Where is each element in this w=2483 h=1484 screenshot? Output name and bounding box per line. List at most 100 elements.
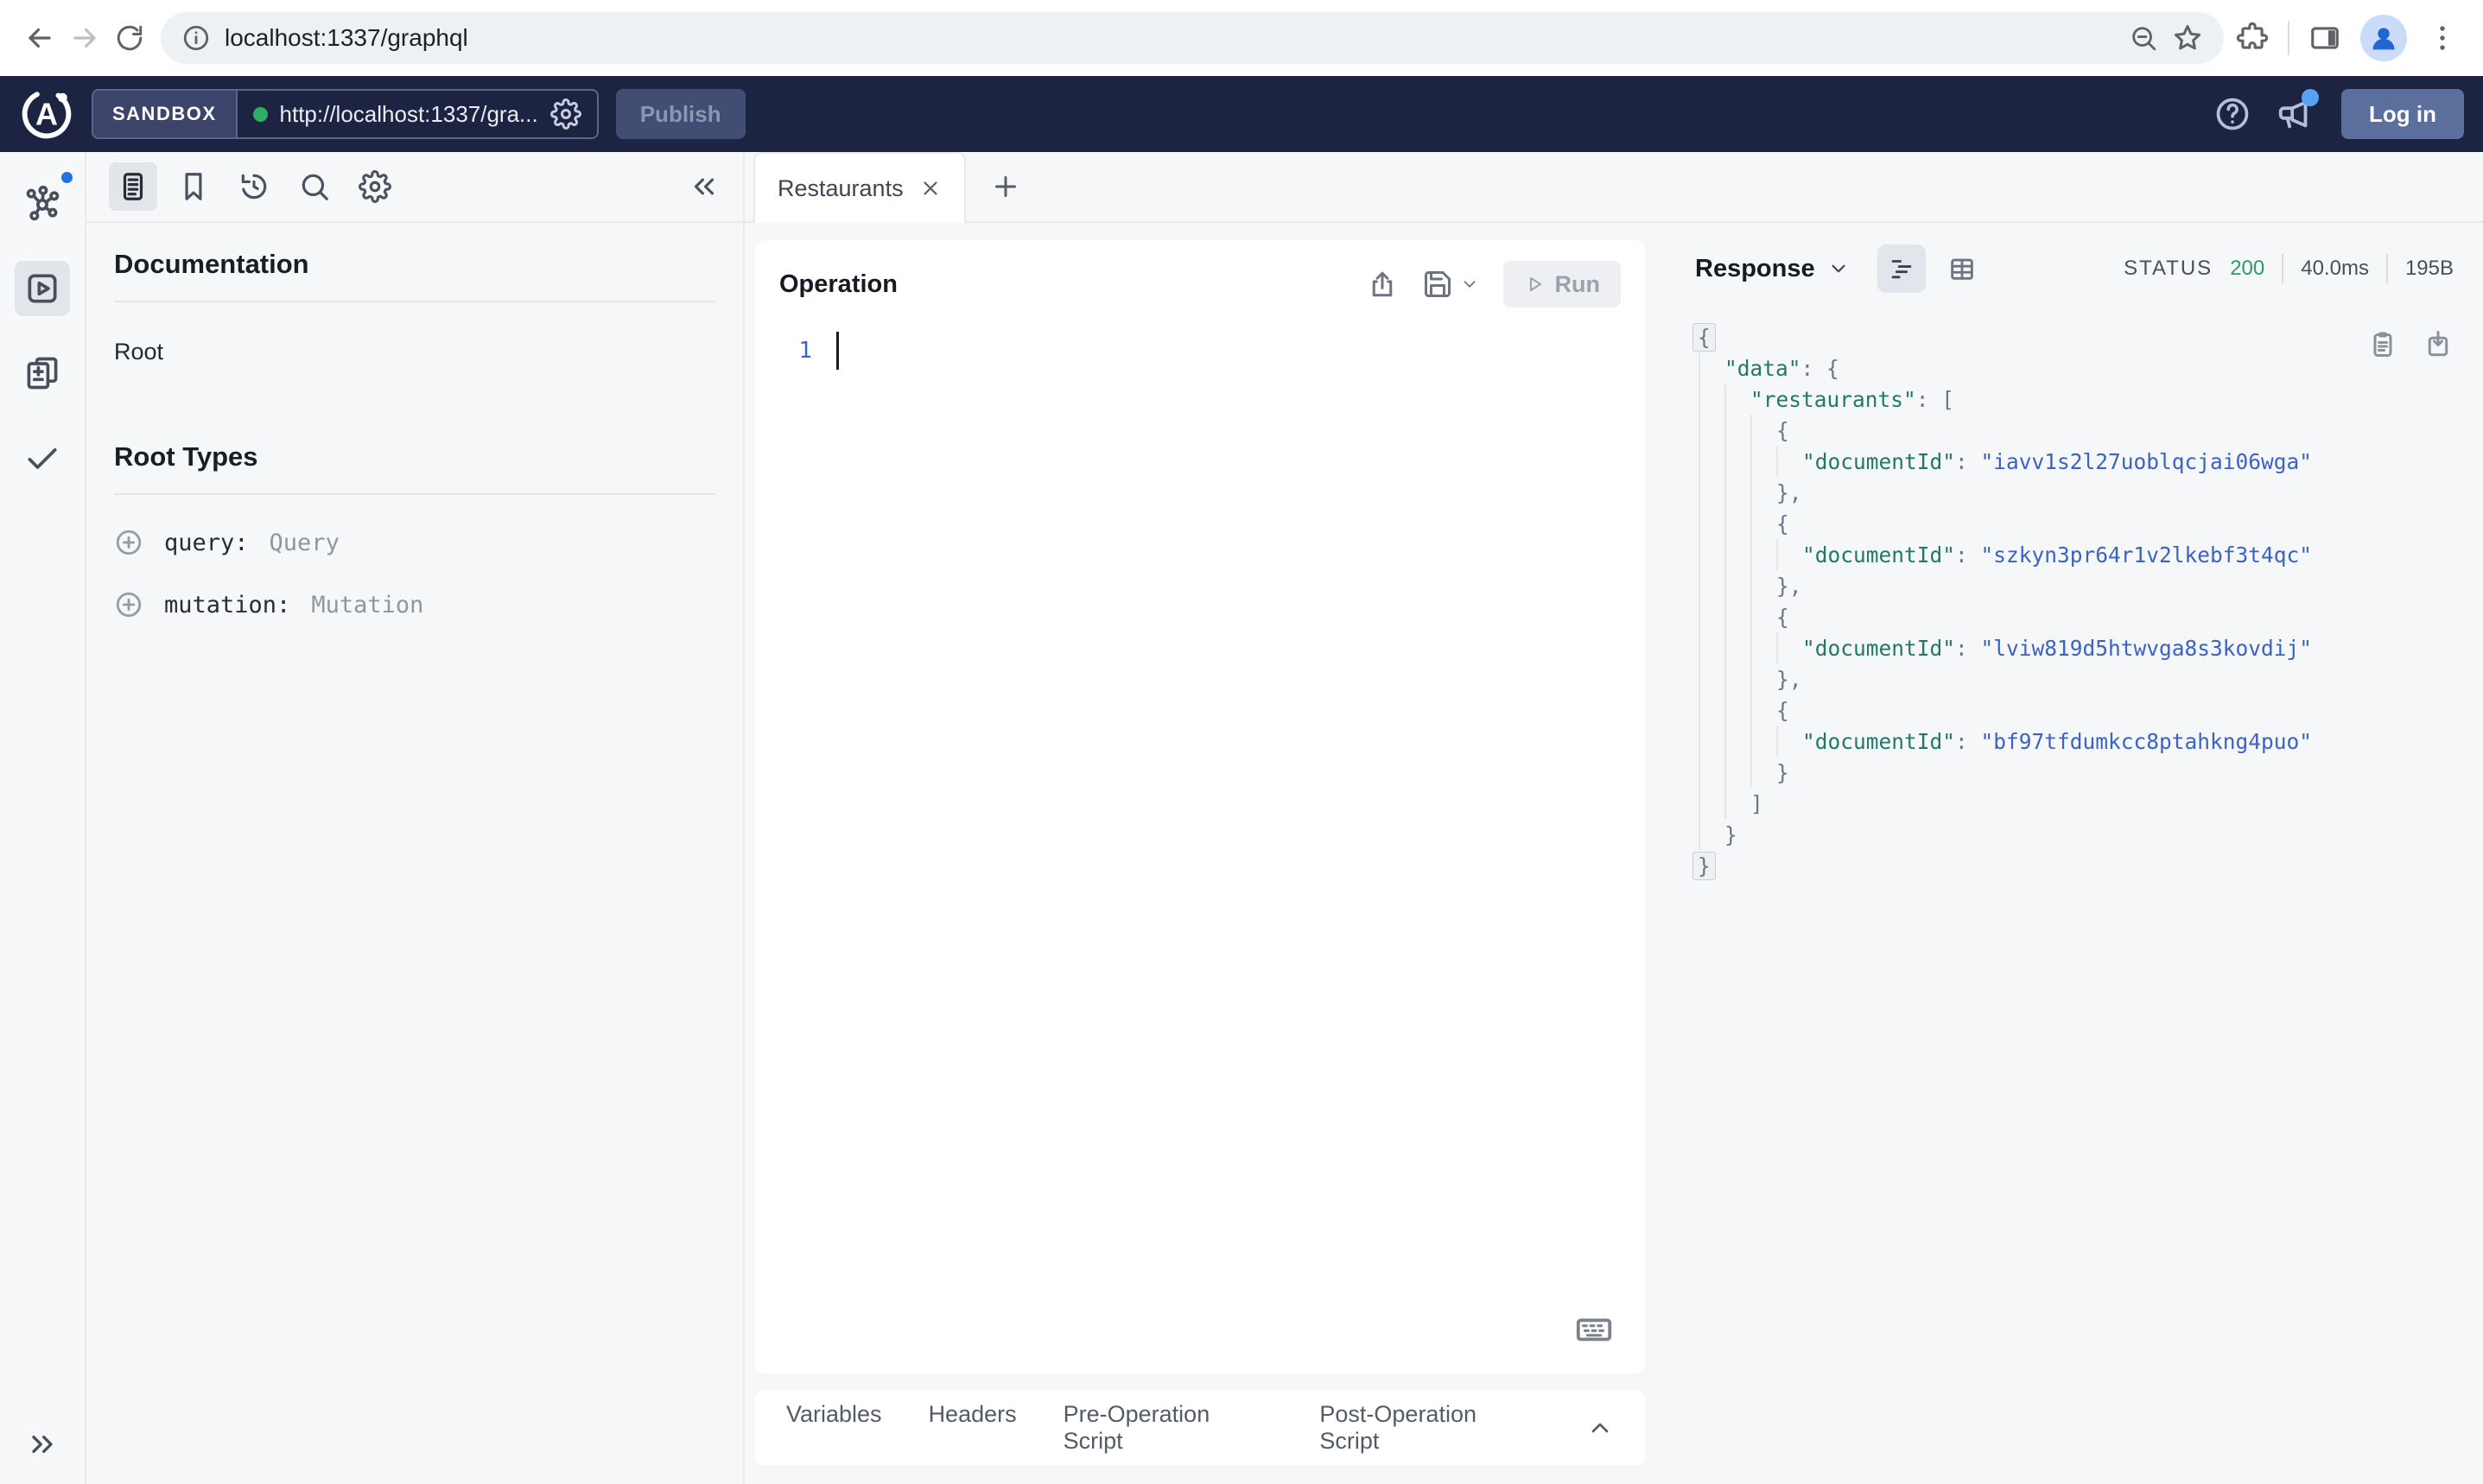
- root-type-name[interactable]: Query: [270, 530, 340, 556]
- root-type-row[interactable]: query: Query: [114, 528, 715, 557]
- response-top-border: [1659, 152, 2483, 223]
- json-token: "documentId": [1802, 448, 1956, 474]
- browser-menu-icon[interactable]: [2426, 22, 2459, 54]
- rail-changelog-icon[interactable]: [15, 346, 70, 401]
- json-token: },: [1776, 479, 1802, 505]
- keyboard-shortcuts-icon[interactable]: [1574, 1310, 1614, 1349]
- response-actions: [2367, 328, 2454, 359]
- indent-guide: [1724, 570, 1750, 601]
- browser-toolbar: localhost:1337/graphql: [0, 0, 2483, 76]
- announcements-icon[interactable]: [2276, 89, 2320, 134]
- operation-code-editor[interactable]: 1: [755, 316, 1645, 1373]
- bottom-tab-variables[interactable]: Variables: [786, 1401, 882, 1455]
- close-tab-icon[interactable]: [919, 177, 942, 200]
- root-type-name[interactable]: Mutation: [311, 592, 423, 618]
- indent-guide: [1699, 539, 1724, 570]
- save-chevron-down-icon: [1460, 275, 1479, 294]
- table-view-toggle[interactable]: [1938, 244, 1986, 293]
- save-operation-button[interactable]: [1422, 269, 1479, 300]
- json-view-toggle[interactable]: [1877, 244, 1926, 293]
- operation-tabbar: Restaurants: [745, 152, 1659, 223]
- documentation-tab-icon[interactable]: [109, 162, 157, 211]
- indent-guide: [1699, 570, 1724, 601]
- json-token: {: [1692, 322, 1716, 352]
- rail-schema-icon[interactable]: [15, 169, 75, 231]
- profile-avatar[interactable]: [2360, 15, 2407, 61]
- copy-response-icon[interactable]: [2367, 328, 2398, 359]
- root-type-field[interactable]: mutation:: [164, 592, 290, 618]
- meta-divider: [2385, 254, 2388, 283]
- root-type-row[interactable]: mutation: Mutation: [114, 590, 715, 619]
- json-token: {: [1776, 417, 1789, 443]
- operation-tab[interactable]: Restaurants: [753, 152, 966, 223]
- root-link[interactable]: Root: [114, 339, 715, 365]
- apollo-logo-icon[interactable]: [19, 86, 74, 142]
- response-json-line: ]: [1695, 788, 2454, 819]
- extensions-icon[interactable]: [2236, 22, 2269, 54]
- collapse-panel-icon[interactable]: [688, 170, 721, 203]
- address-bar[interactable]: localhost:1337/graphql: [161, 12, 2224, 64]
- url-text[interactable]: localhost:1337/graphql: [225, 24, 2115, 52]
- sandbox-header: SANDBOX http://localhost:1337/gra... Pub…: [0, 76, 2483, 152]
- zoom-out-icon[interactable]: [2129, 23, 2158, 53]
- divider: [114, 301, 715, 302]
- indent-guide: [1724, 663, 1750, 694]
- endpoint-pill: SANDBOX http://localhost:1337/gra...: [92, 89, 599, 139]
- json-token: :: [1915, 386, 1942, 412]
- operation-editor-panel: Operation Run 1: [755, 240, 1645, 1373]
- json-token: "lviw819d5htwvga8s3kovdij": [1980, 635, 2313, 661]
- browser-forward-button[interactable]: [62, 16, 107, 60]
- rail-explorer-icon[interactable]: [15, 261, 70, 316]
- browser-reload-button[interactable]: [107, 16, 152, 60]
- documentation-panel: Documentation Root Root Types query: Quer…: [86, 152, 745, 1484]
- rail-expand-icon[interactable]: [25, 1427, 60, 1462]
- endpoint-url[interactable]: http://localhost:1337/gra...: [280, 101, 538, 128]
- expand-plus-icon[interactable]: [114, 528, 143, 557]
- expand-plus-icon[interactable]: [114, 590, 143, 619]
- indent-guide: [1750, 694, 1776, 726]
- indent-guide: [1724, 788, 1750, 819]
- root-type-field[interactable]: query:: [164, 530, 249, 556]
- response-json-line: }: [1695, 757, 2454, 788]
- indent-guide: [1750, 508, 1776, 539]
- expand-bottom-panel-icon[interactable]: [1586, 1414, 1614, 1442]
- root-types-title: Root Types: [114, 441, 258, 472]
- explorer-settings-gear-icon[interactable]: [351, 162, 399, 211]
- bottom-tab-pre-operation-script[interactable]: Pre-Operation Script: [1064, 1401, 1273, 1455]
- search-icon[interactable]: [290, 162, 339, 211]
- bookmark-star-icon[interactable]: [2172, 22, 2203, 54]
- indent-guide: [1750, 726, 1776, 757]
- help-icon[interactable]: [2213, 95, 2251, 133]
- response-json-line: {: [1695, 601, 2454, 632]
- json-token: :: [1955, 542, 1981, 568]
- bottom-tab-headers[interactable]: Headers: [929, 1401, 1017, 1455]
- status-code: 200: [2230, 257, 2265, 280]
- bottom-tab-post-operation-script[interactable]: Post-Operation Script: [1319, 1401, 1540, 1455]
- login-button[interactable]: Log in: [2341, 89, 2464, 139]
- saved-operations-icon[interactable]: [169, 162, 218, 211]
- endpoint-field[interactable]: http://localhost:1337/gra...: [238, 91, 597, 137]
- json-token: "szkyn3pr64r1v2lkebf3t4qc": [1980, 542, 2313, 568]
- publish-button[interactable]: Publish: [615, 89, 746, 139]
- browser-back-button[interactable]: [17, 16, 62, 60]
- response-json-line: "documentId": "szkyn3pr64r1v2lkebf3t4qc": [1695, 539, 2454, 570]
- response-json-line: },: [1695, 570, 2454, 601]
- rail-checks-icon[interactable]: [15, 430, 70, 485]
- indent-guide: [1699, 819, 1724, 850]
- run-button[interactable]: Run: [1502, 261, 1621, 308]
- json-token: :: [1955, 728, 1981, 754]
- site-info-icon[interactable]: [181, 23, 211, 53]
- indent-guide: [1724, 508, 1750, 539]
- new-tab-icon[interactable]: [990, 171, 1021, 202]
- connection-settings-gear-icon[interactable]: [550, 98, 581, 130]
- response-dropdown-chevron-icon[interactable]: [1827, 257, 1850, 280]
- announcements-notification-dot: [2302, 89, 2320, 106]
- side-panel-icon[interactable]: [2308, 22, 2341, 54]
- indent-guide: [1750, 632, 1776, 663]
- download-response-icon[interactable]: [2423, 328, 2454, 359]
- share-operation-icon[interactable]: [1367, 269, 1398, 300]
- history-icon[interactable]: [230, 162, 278, 211]
- divider: [114, 493, 715, 495]
- json-token: {: [1776, 604, 1789, 630]
- operation-actions: Run: [1367, 261, 1621, 308]
